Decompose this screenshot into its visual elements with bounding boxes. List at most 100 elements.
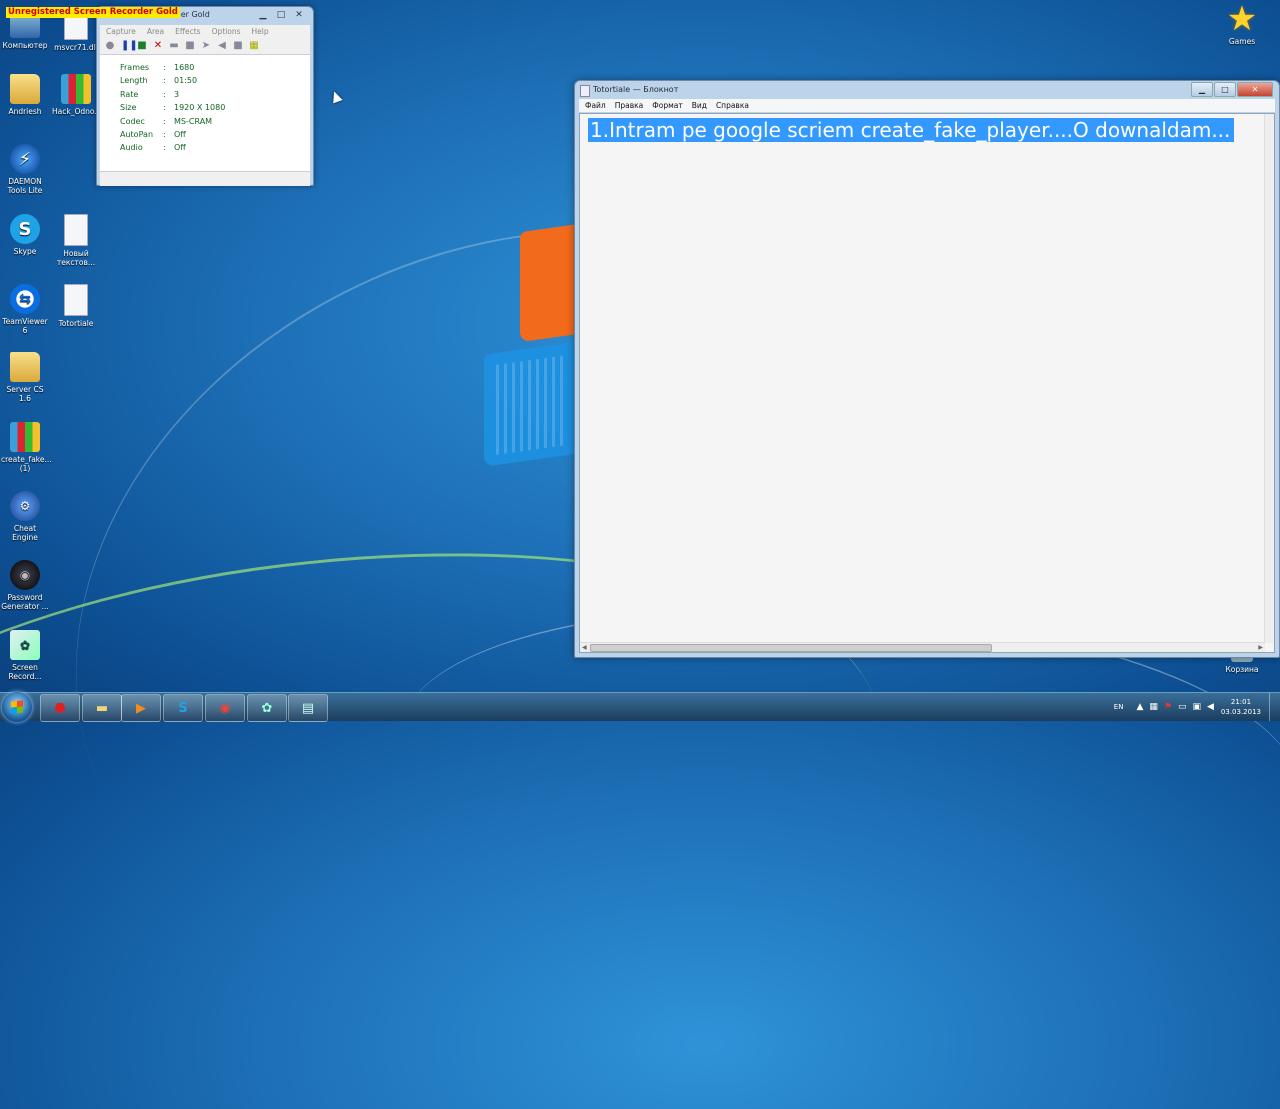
folder-icon xyxy=(10,352,40,382)
desktop-icon-hack-odno[interactable]: Hack_Odno... xyxy=(52,74,101,116)
desktop-icon-totortiale[interactable]: Totortiale xyxy=(52,284,100,328)
volume-icon[interactable]: ◀ xyxy=(1207,702,1214,712)
info-row: Audio: Off xyxy=(120,143,186,153)
maximize-button[interactable]: □ xyxy=(1214,82,1236,97)
play-icon[interactable]: ▬ xyxy=(169,41,179,51)
scroll-left-icon[interactable]: ◀ xyxy=(582,644,587,651)
cursor-icon[interactable]: ➤ xyxy=(201,41,211,51)
recorder-window: Screen Recorder Gold ▁ □ ✕ Capture Area … xyxy=(96,6,314,186)
minimize-button[interactable]: ▁ xyxy=(255,9,271,21)
keyboard-icon[interactable]: ▭ xyxy=(1178,702,1187,712)
chrome-icon[interactable]: ◉ xyxy=(205,694,245,722)
recorder-toolbar: ● ❚❚ ■ ✕ ▬ ■ ➤ ◀ ■ ▦ xyxy=(100,38,310,55)
notepad-window: Totortiale — Блокнот ▁ □ ✕ Файл Правка Ф… xyxy=(574,80,1280,658)
info-row: AutoPan: Off xyxy=(120,129,186,139)
text-file-icon xyxy=(64,214,88,246)
desktop-icon-password-generator[interactable]: ◉ Password Generator ... xyxy=(1,560,49,611)
cancel-icon[interactable]: ✕ xyxy=(153,41,163,51)
windows-logo-wallpaper xyxy=(520,223,580,343)
pause-icon[interactable]: ❚❚ xyxy=(121,41,138,51)
recorder-status-bar xyxy=(100,171,310,186)
desktop-icon-teamviewer[interactable]: ⇆ TeamViewer 6 xyxy=(1,284,49,335)
notepad-icon[interactable]: ▤ xyxy=(288,694,328,722)
menu-options[interactable]: Options xyxy=(212,25,241,38)
selected-text[interactable]: 1.Intram pe google scriem create_fake_pl… xyxy=(588,118,1235,142)
scroll-right-icon[interactable]: ▶ xyxy=(1258,644,1263,651)
language-indicator[interactable]: EN xyxy=(1114,703,1124,711)
menu-file[interactable]: Файл xyxy=(585,99,606,112)
show-desktop-button[interactable] xyxy=(1269,693,1280,721)
taskbar: ⬣ ▬ ▶ S ◉ ✿ ▤ EN ▲ ▦ ⚑ ▭ ▣ ◀ 21:01 03.03… xyxy=(0,692,1280,722)
skype-icon[interactable]: S xyxy=(163,694,203,722)
desktop-icon-create-fake[interactable]: create_fake... (1) xyxy=(1,422,52,473)
windows-logo-icon xyxy=(11,700,23,714)
screen-recorder-icon[interactable]: ✿ xyxy=(247,694,287,722)
menu-help[interactable]: Help xyxy=(252,25,269,38)
start-button[interactable] xyxy=(2,692,32,722)
info-row: Frames:1680 xyxy=(120,63,195,72)
winrar-archive-icon xyxy=(10,422,40,452)
desktop-icon-screen-recorder[interactable]: ✿ Screen Record... xyxy=(1,630,49,681)
notepad-text-area[interactable]: 1.Intram pe google scriem create_fake_pl… xyxy=(579,113,1275,653)
media-player-icon[interactable]: ▶ xyxy=(121,694,161,722)
notepad-menubar: Файл Правка Формат Вид Справка xyxy=(579,99,1275,112)
recorder-menubar: Capture Area Effects Options Help xyxy=(100,25,310,38)
display-icon[interactable]: ▣ xyxy=(1192,702,1201,712)
close-button[interactable]: ✕ xyxy=(1237,82,1273,97)
desktop-icon-games[interactable]: ★ Games xyxy=(1218,0,1266,47)
settings-icon[interactable]: ▦ xyxy=(249,41,259,51)
network-icon[interactable]: ▦ xyxy=(1149,702,1158,712)
mouse-cursor-icon xyxy=(329,89,343,104)
unregistered-watermark: Unregistered Screen Recorder Gold xyxy=(6,7,180,18)
close-button[interactable]: ✕ xyxy=(291,9,307,21)
folder-icon xyxy=(10,74,40,104)
windows-logo-wallpaper xyxy=(496,355,566,455)
menu-area[interactable]: Area xyxy=(147,25,164,38)
sound-icon[interactable]: ◀ xyxy=(217,41,227,51)
menu-help[interactable]: Справка xyxy=(716,99,749,112)
explorer-folder-icon[interactable]: ▬ xyxy=(82,694,122,722)
adobe-reader-icon[interactable]: ⬣ xyxy=(40,694,80,722)
info-row: Codec: MS-CRAM xyxy=(120,116,213,126)
teamviewer-icon: ⇆ xyxy=(10,284,40,314)
clock[interactable]: 21:01 03.03.2013 xyxy=(1221,697,1261,717)
screen-recorder-icon: ✿ xyxy=(10,630,40,660)
region-icon[interactable]: ■ xyxy=(233,41,243,51)
games-star-icon: ★ xyxy=(1226,0,1258,39)
menu-view[interactable]: Вид xyxy=(692,99,707,112)
desktop-icon-skype[interactable]: S Skype xyxy=(1,214,49,256)
text-file-icon xyxy=(64,284,88,316)
menu-format[interactable]: Формат xyxy=(652,99,682,112)
flag-icon[interactable]: ⚑ xyxy=(1164,702,1172,712)
desktop-icon-andriesh[interactable]: Andriesh xyxy=(1,74,49,116)
info-row: Rate:3 xyxy=(120,89,180,99)
frame-icon[interactable]: ■ xyxy=(185,41,195,51)
notepad-icon xyxy=(580,85,590,97)
notepad-title: Totortiale — Блокнот xyxy=(593,85,679,94)
desktop-icon-cheat-engine[interactable]: ⚙ Cheat Engine xyxy=(1,491,49,542)
desktop-icon-new-text[interactable]: Новый текстов... xyxy=(52,214,100,267)
info-row: Size:1920 X 1080 xyxy=(120,103,226,113)
vertical-scrollbar[interactable] xyxy=(1264,114,1274,643)
desktop-icon-daemon-tools[interactable]: ⚡ DAEMON Tools Lite xyxy=(1,144,49,195)
minimize-button[interactable]: ▁ xyxy=(1191,82,1213,97)
record-icon[interactable]: ● xyxy=(105,41,115,51)
cheat-engine-icon: ⚙ xyxy=(10,491,40,521)
scrollbar-thumb[interactable] xyxy=(590,644,992,652)
menu-effects[interactable]: Effects xyxy=(175,25,201,38)
password-generator-icon: ◉ xyxy=(10,560,40,590)
skype-icon: S xyxy=(10,214,40,244)
notepad-titlebar[interactable]: Totortiale — Блокнот ▁ □ ✕ xyxy=(575,81,1279,99)
system-tray: EN ▲ ▦ ⚑ ▭ ▣ ◀ 21:01 03.03.2013 xyxy=(1114,693,1280,721)
recorder-info-panel: Frames:1680 Length:01:50 Rate:3 Size:192… xyxy=(100,55,310,171)
tray-expand-icon[interactable]: ▲ xyxy=(1136,702,1143,712)
winrar-archive-icon xyxy=(61,74,91,104)
stop-icon[interactable]: ■ xyxy=(137,41,147,51)
horizontal-scrollbar[interactable]: ◀ ▶ xyxy=(580,642,1265,652)
menu-edit[interactable]: Правка xyxy=(615,99,644,112)
daemon-tools-icon: ⚡ xyxy=(10,144,40,174)
desktop-icon-server-cs[interactable]: Server CS 1.6 xyxy=(1,352,49,403)
info-row: Length:01:50 xyxy=(120,76,198,86)
maximize-button[interactable]: □ xyxy=(273,9,289,21)
menu-capture[interactable]: Capture xyxy=(106,25,136,38)
